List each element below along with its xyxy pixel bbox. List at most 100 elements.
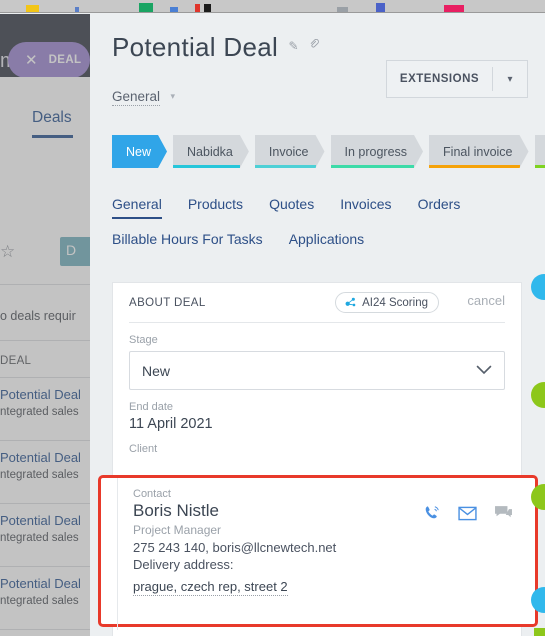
close-icon[interactable]: ✕ [25,53,38,68]
bookmark-icon-pink[interactable] [444,5,464,12]
section-tabs-row-2: Billable Hours For Tasks Applications [112,231,532,252]
list-item-title: Potential Deal [0,576,81,591]
divider [0,284,90,285]
avatar-green-3[interactable] [534,628,545,636]
active-tab-underline [32,135,73,138]
stage-accent-bar [331,165,415,168]
bookmark-icon-green[interactable] [139,3,153,12]
stage-tab-label: Nabidka [187,144,233,159]
stage-tab-label: New [126,144,152,159]
stage-tab-label: In progress [344,144,408,159]
edit-icon[interactable]: ✎ [289,39,299,53]
deal-pill-label: DEAL [48,54,82,66]
attachment-icon[interactable] [309,38,320,53]
envelope-glyph [458,506,477,520]
stage-tab-nabidka[interactable]: Nabidka [173,135,249,168]
stage-tab-new[interactable]: New [112,135,167,168]
contact-phone-email[interactable]: 275 243 140, boris@llcnewtech.net [133,540,513,555]
contact-actions [423,504,513,527]
tab-orders[interactable]: Orders [418,196,461,217]
list-item[interactable]: Potential Deal ntegrated sales [0,567,90,630]
card-title: ABOUT DEAL [129,296,206,309]
stage-accent-bar [535,165,545,168]
cancel-button[interactable]: cancel [467,293,505,308]
list-item[interactable]: Potential Dealntegrated sales [0,378,90,441]
deal-template-name[interactable]: General [112,89,161,106]
divider [117,478,118,630]
ai24-scoring-label: AI24 Scoring [362,296,428,309]
no-deals-message: o deals requir [0,309,76,323]
about-deal-card: ABOUT DEAL AI24 Scoring cancel Stage New [98,282,538,636]
tab-invoices[interactable]: Invoices [340,196,391,217]
bookmark-icon-dark[interactable] [204,4,211,12]
list-item-subtitle: ntegrated sales [0,595,79,607]
contact-label: Contact [133,488,171,500]
email-icon[interactable] [458,506,477,526]
extensions-button[interactable]: EXTENSIONS ▾ [386,60,528,98]
bookmark-icon-blue-dot[interactable] [75,7,79,12]
chat-bubble-glyph [495,506,512,518]
client-label: Client [129,443,158,455]
stage-select[interactable]: New [129,351,505,390]
list-item-title: Potential Deal [0,387,81,402]
phone-icon[interactable] [423,504,441,527]
stage-tab-label: Invoice [268,144,309,159]
list-item-title: Potential Deal [0,450,81,465]
tab-billable-hours-for-tasks[interactable]: Billable Hours For Tasks [112,231,263,252]
section-tabs-row-1: General Products Quotes Invoices Orders [112,196,532,219]
app-topbar: m ✕ DEAL [0,14,90,78]
background-app: m ✕ DEAL Deals ☆ D o deals requir DEAL P… [0,14,90,636]
bookmark-icon-blue[interactable] [170,7,178,12]
list-item[interactable]: Potential Dealntegrated sales [0,630,90,636]
stage-accent-bar [255,165,316,168]
chevron-down-icon[interactable] [476,364,492,378]
end-date-label: End date [129,401,174,413]
chevron-down-icon[interactable]: ▾ [170,91,175,102]
stage-pipeline: New Nabidka Invoice In progress Final invoic… [112,135,545,168]
app-body: Deals ☆ D o deals requir DEAL Potential … [0,77,90,636]
divider [0,340,90,341]
tab-quotes[interactable]: Quotes [269,196,314,217]
stage-accent-bar [429,165,519,168]
stage-tab-c[interactable]: C [535,135,545,168]
list-item-title: Potential Deal [0,513,81,528]
filter-chip[interactable]: D [60,237,90,266]
tab-products[interactable]: Products [188,196,243,217]
stage-accent-bar [173,165,240,168]
stage-selected-value: New [142,362,171,379]
end-date-value[interactable]: 11 April 2021 [129,416,505,432]
stage-tab-invoice[interactable]: Invoice [255,135,325,168]
attachment-glyph [310,38,319,48]
sidebar-tab-deals[interactable]: Deals [32,109,72,127]
delivery-address-value[interactable]: prague, czech rep, street 2 [133,579,288,596]
tab-general[interactable]: General [112,196,162,219]
stage-tab-label: Final invoice [443,144,513,159]
card-header: ABOUT DEAL AI24 Scoring cancel [129,283,505,323]
phone-glyph [425,506,439,519]
deal-tab-pill[interactable]: ✕ DEAL [8,42,90,78]
star-icon[interactable]: ☆ [0,242,15,262]
stage-tab-final-invoice[interactable]: Final invoice [429,135,528,168]
section-label: DEAL [0,355,32,367]
stage-field: Stage New [129,334,505,390]
ai24-scoring-badge[interactable]: AI24 Scoring [335,292,439,313]
browser-bookmark-bar [0,0,545,13]
stage-label: Stage [129,334,158,346]
list-item[interactable]: Potential Dealntegrated sales [0,441,90,504]
bookmark-icon-grey[interactable] [337,7,348,12]
screen-root: m ✕ DEAL Deals ☆ D o deals requir DEAL P… [0,0,545,636]
bookmark-icon-yellow[interactable] [26,5,39,12]
stage-tab-in-progress[interactable]: In progress [331,135,424,168]
chevron-down-icon[interactable]: ▾ [493,74,527,85]
list-item-subtitle: ntegrated sales [0,532,79,544]
list-item[interactable]: Potential Deal ntegrated sales [0,504,90,567]
chat-icon[interactable] [494,505,513,526]
contact-highlight-box[interactable]: Contact Boris Nistle Project Manager 275… [98,475,538,630]
tab-applications[interactable]: Applications [289,231,365,252]
bookmark-icon-red[interactable] [195,4,200,12]
section-tabs: General Products Quotes Invoices Orders Bill… [112,196,532,252]
bookmark-icon-indigo[interactable] [376,3,385,12]
subtitle-row[interactable]: General ▾ [112,88,175,106]
end-date-field: End date 11 April 2021 [129,401,505,432]
title-row: Potential Deal ✎ [112,32,320,63]
